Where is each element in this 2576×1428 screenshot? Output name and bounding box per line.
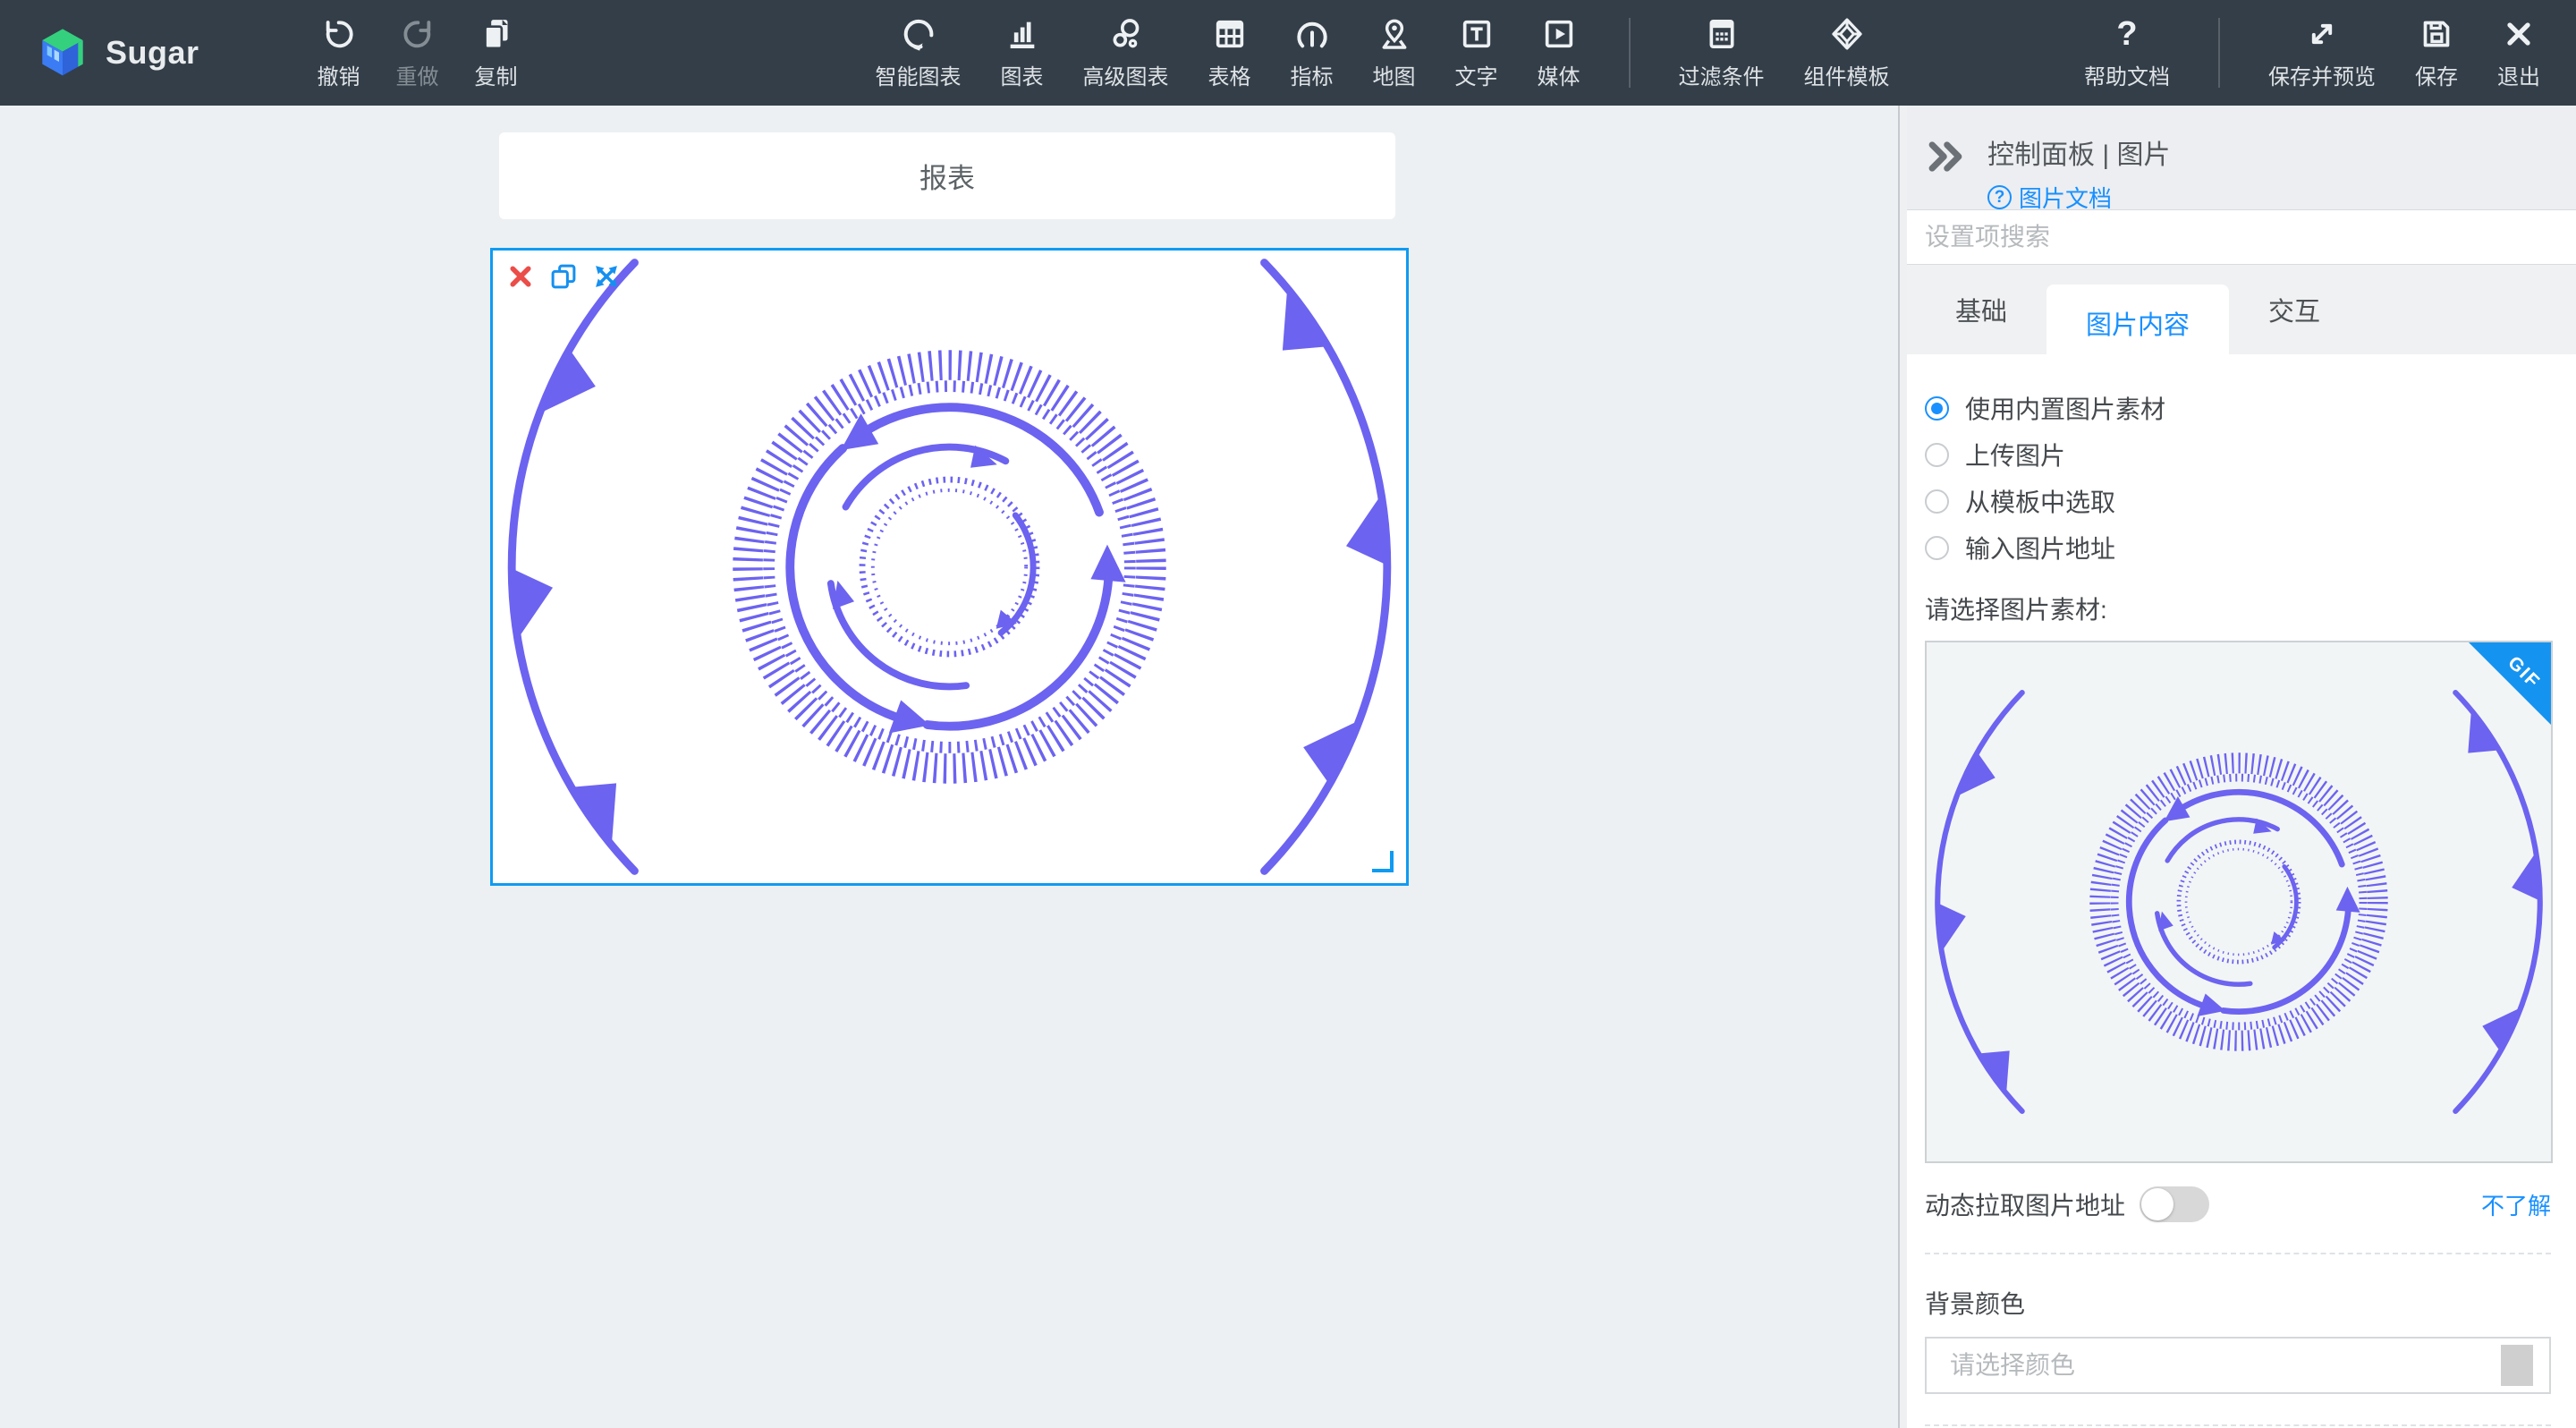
save-button[interactable]: 保存 [2415, 16, 2458, 90]
undo-button[interactable]: 撤销 [318, 16, 360, 90]
smart-chart-icon [903, 19, 933, 51]
dashboard-canvas[interactable]: 报表 [0, 106, 1898, 1428]
brand: Sugar [34, 24, 199, 81]
table-button[interactable]: 表格 [1208, 16, 1251, 90]
close-icon [2507, 21, 2530, 46]
dynamic-url-row: 动态拉取图片地址 不了解 [1925, 1186, 2551, 1222]
radio-selected-icon [1925, 395, 1949, 421]
panel-tabs: 基础 图片内容 交互 [1900, 265, 2576, 354]
tab-image-content[interactable]: 图片内容 [2046, 285, 2230, 354]
toolbar-divider [1628, 18, 1631, 88]
panel-scrollbar[interactable] [1900, 106, 1907, 1428]
radio-icon [1925, 489, 1949, 514]
bg-color-field [1925, 1337, 2551, 1394]
gauge-icon [1296, 21, 1327, 47]
map-pin-icon [1382, 19, 1406, 49]
advanced-chart-button[interactable]: 高级图表 [1083, 16, 1169, 90]
tech-circle-graphic [507, 259, 1392, 875]
tab-interaction[interactable]: 交互 [2229, 265, 2360, 354]
help-icon: ? [2116, 14, 2138, 53]
media-button[interactable]: 媒体 [1538, 16, 1580, 90]
radio-image-url[interactable]: 输入图片地址 [1925, 524, 2551, 571]
report-title: 报表 [919, 163, 975, 194]
image-doc-link[interactable]: ? 图片文档 [1987, 181, 2170, 214]
radio-upload-image[interactable]: 上传图片 [1925, 431, 2551, 478]
component-template-button[interactable]: 组件模板 [1804, 16, 1890, 90]
delete-component-icon[interactable] [507, 263, 534, 290]
text-icon [1462, 20, 1490, 47]
map-button[interactable]: 地图 [1373, 16, 1416, 90]
bar-chart-icon [1010, 21, 1034, 48]
filter-button[interactable]: 过滤条件 [1679, 16, 1765, 90]
dynamic-url-toggle[interactable] [2140, 1186, 2210, 1222]
table-icon [1216, 20, 1243, 47]
indicator-button[interactable]: 指标 [1291, 16, 1334, 90]
toolbar-divider [2218, 18, 2220, 88]
copy-button[interactable]: 复制 [475, 16, 518, 90]
toggle-knob [2141, 1188, 2174, 1220]
toolbar-right-group: ? 帮助文档 保存并预览 保存 退出 [2084, 16, 2540, 90]
settings-panel: 控制面板 | 图片 ? 图片文档 基础 图片内容 交互 使用内置图片素材 上传图… [1898, 106, 2576, 1428]
text-button[interactable]: 文字 [1455, 16, 1498, 90]
select-material-label: 请选择图片素材: [1925, 596, 2107, 624]
media-icon [1545, 20, 1572, 47]
report-title-component[interactable]: 报表 [499, 132, 1395, 219]
expand-arrows-icon [2311, 23, 2333, 44]
help-docs-button[interactable]: ? 帮助文档 [2084, 16, 2170, 90]
insert-group: 智能图表 图表 高级图表 表格 指标 地图 文字 媒体 过滤条件 组件模板 [876, 16, 1890, 90]
exit-button[interactable]: 退出 [2497, 16, 2540, 90]
dont-understand-link[interactable]: 不了解 [2481, 1188, 2551, 1221]
top-toolbar: Sugar 撤销 重做 复制 智能图表 图表 高级图表 表格 指标 地图 文字 … [0, 0, 2576, 106]
tab-basic[interactable]: 基础 [1916, 265, 2046, 354]
radio-icon [1925, 535, 1949, 560]
panel-title: 控制面板 | 图片 [1987, 140, 2171, 170]
duplicate-component-icon[interactable] [550, 263, 577, 290]
bg-color-label: 背景颜色 [1925, 1290, 2026, 1318]
undo-icon [326, 20, 353, 47]
dynamic-url-label: 动态拉取图片地址 [1925, 1192, 2126, 1220]
chart-button[interactable]: 图表 [1001, 16, 1044, 90]
section-divider [1925, 1424, 2551, 1426]
resize-handle[interactable] [1372, 851, 1394, 872]
selected-image-component[interactable] [490, 248, 1409, 886]
save-preview-button[interactable]: 保存并预览 [2268, 16, 2376, 90]
panel-content: 使用内置图片素材 上传图片 从模板中选取 输入图片地址 请选择图片素材: GIF… [1900, 354, 2576, 1428]
settings-search [1900, 209, 2576, 265]
question-circle-icon: ? [1987, 185, 2012, 209]
bg-color-input[interactable] [1927, 1339, 2501, 1392]
redo-button[interactable]: 重做 [396, 16, 439, 90]
tech-circle-graphic-preview [1935, 690, 2543, 1114]
collapse-panel-icon[interactable] [1927, 138, 1964, 175]
redo-icon [402, 20, 430, 47]
panel-header: 控制面板 | 图片 ? 图片文档 [1900, 106, 2576, 212]
save-icon [2423, 21, 2450, 47]
selection-controls [507, 263, 620, 290]
sugar-logo-icon [42, 29, 83, 76]
radio-builtin-material[interactable]: 使用内置图片素材 [1925, 385, 2551, 431]
edit-group: 撤销 重做 复制 [318, 16, 518, 90]
radio-icon [1925, 442, 1949, 467]
smart-chart-button[interactable]: 智能图表 [876, 16, 962, 90]
component-template-icon [1831, 18, 1862, 49]
filter-panel-icon [1709, 19, 1734, 48]
image-source-radio-group: 使用内置图片素材 上传图片 从模板中选取 输入图片地址 [1925, 385, 2551, 571]
copy-icon [483, 19, 508, 49]
move-component-icon[interactable] [593, 263, 620, 290]
brand-name: Sugar [106, 34, 199, 71]
section-divider [1925, 1253, 2551, 1254]
material-preview-card[interactable]: GIF [1925, 641, 2553, 1163]
radio-from-template[interactable]: 从模板中选取 [1925, 478, 2551, 524]
bubble-chart-icon [1113, 18, 1139, 47]
settings-search-input[interactable] [1900, 210, 2576, 264]
color-swatch[interactable] [2501, 1345, 2533, 1386]
